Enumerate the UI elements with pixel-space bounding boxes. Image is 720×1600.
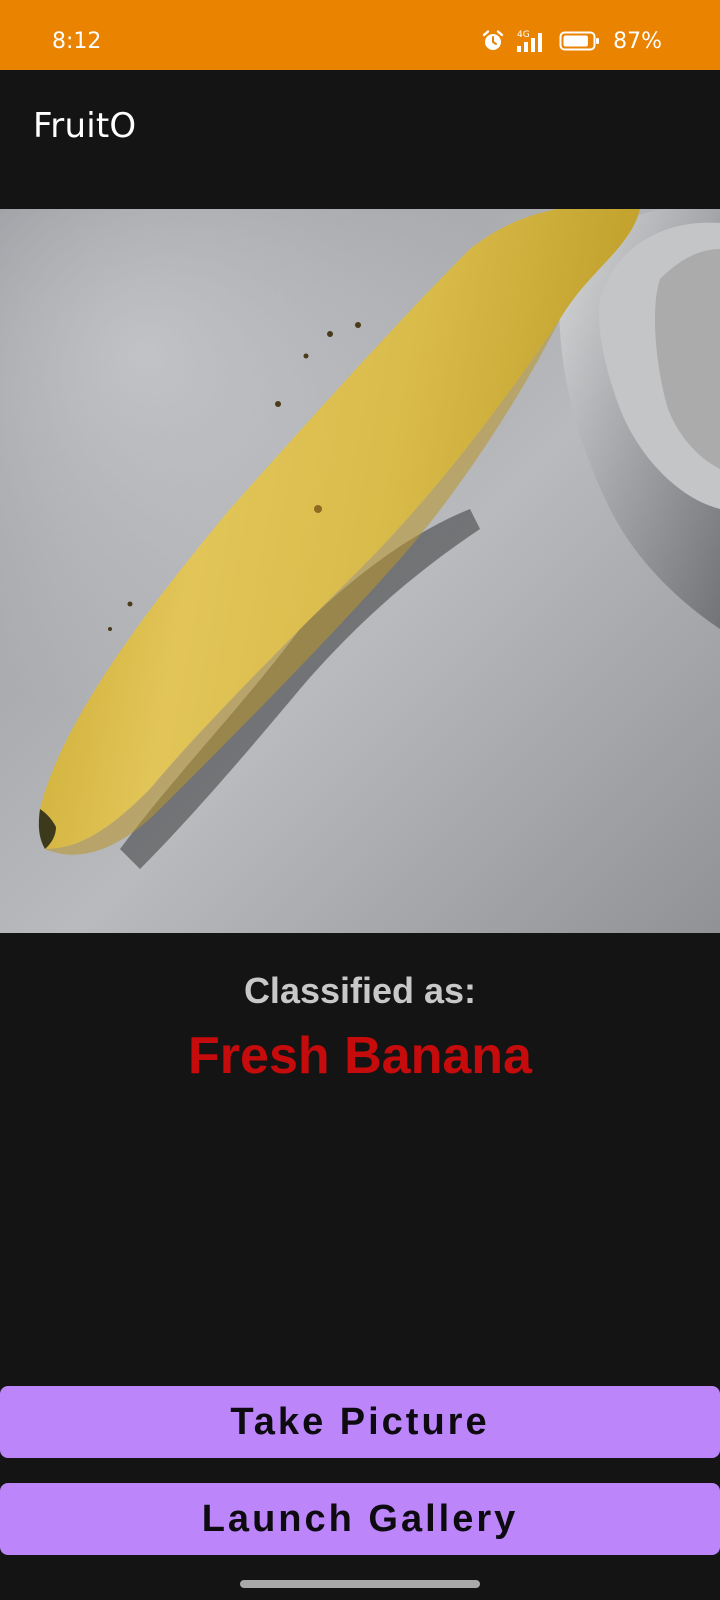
- app-bar: FruitO: [0, 70, 720, 208]
- take-picture-button[interactable]: Take Picture: [0, 1386, 720, 1458]
- banana-photo: [0, 209, 720, 933]
- battery-percent: 87%: [613, 28, 662, 54]
- status-time: 8:12: [52, 29, 102, 54]
- app-title: FruitO: [33, 106, 137, 146]
- launch-gallery-button[interactable]: Launch Gallery: [0, 1483, 720, 1555]
- classification-result: Fresh Banana: [188, 1027, 532, 1085]
- classified-label: Classified as:: [243, 970, 477, 1011]
- battery-fill: [563, 35, 588, 47]
- signal-4g-icon: 4G: [515, 28, 549, 54]
- alarm-clock-icon: [481, 29, 505, 53]
- network-label: 4G: [517, 30, 530, 40]
- status-icons: 4G 87%: [481, 26, 662, 56]
- battery-icon: [559, 30, 601, 52]
- gesture-bar[interactable]: [240, 1580, 480, 1588]
- status-bar: 8:12 4G 87%: [0, 0, 720, 70]
